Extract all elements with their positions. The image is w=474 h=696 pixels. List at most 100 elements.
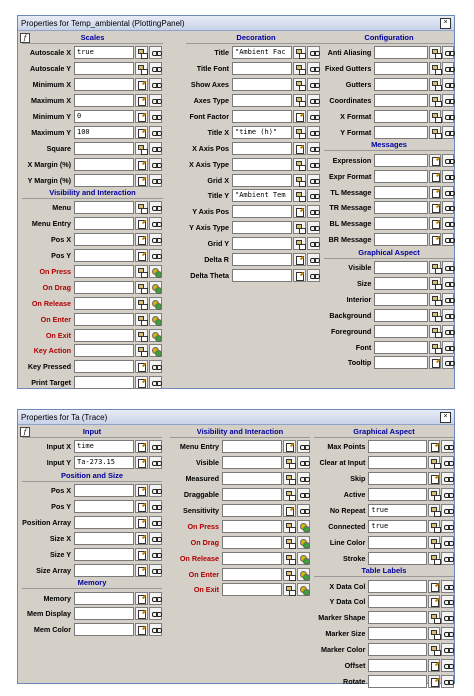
property-value-field[interactable] [74, 62, 134, 76]
property-value-field[interactable] [74, 547, 134, 561]
property-value-field[interactable] [374, 356, 429, 370]
link-variable-icon[interactable] [297, 504, 310, 517]
edit-icon[interactable] [429, 201, 442, 215]
link-variable-icon[interactable] [307, 125, 320, 139]
options-tree-icon[interactable] [427, 456, 441, 470]
property-value-field[interactable] [232, 157, 292, 171]
close-icon[interactable]: × [440, 411, 451, 423]
property-value-field[interactable] [232, 253, 292, 267]
property-value-field[interactable] [368, 611, 427, 625]
link-variable-icon[interactable] [307, 78, 320, 92]
action-editor-icon[interactable] [297, 519, 310, 533]
property-value-field[interactable]: 100 [74, 125, 134, 139]
action-editor-icon[interactable] [297, 535, 310, 549]
options-tree-icon[interactable] [283, 488, 296, 502]
link-variable-icon[interactable] [441, 643, 455, 657]
action-editor-icon[interactable] [149, 344, 162, 358]
property-value-field[interactable] [374, 46, 429, 60]
property-value-field[interactable] [74, 78, 134, 92]
edit-icon[interactable] [135, 440, 148, 454]
property-value-field[interactable] [374, 169, 429, 183]
link-variable-icon[interactable] [442, 125, 455, 139]
action-editor-icon[interactable] [297, 567, 310, 581]
link-variable-icon[interactable] [442, 169, 455, 183]
property-value-field[interactable] [74, 360, 134, 374]
link-variable-icon[interactable] [149, 360, 162, 374]
options-tree-icon[interactable] [427, 611, 441, 625]
property-value-field[interactable] [232, 173, 292, 187]
link-variable-icon[interactable] [442, 94, 455, 108]
property-value-field[interactable] [368, 535, 427, 549]
edit-icon[interactable] [427, 674, 441, 688]
property-value-field[interactable]: true [368, 504, 427, 517]
options-tree-icon[interactable] [429, 125, 443, 139]
link-variable-icon[interactable] [149, 233, 162, 247]
property-value-field[interactable] [74, 217, 134, 231]
property-value-field[interactable]: Ta-273.15 [74, 456, 134, 470]
property-value-field[interactable] [222, 535, 282, 549]
property-value-field[interactable] [374, 110, 429, 123]
options-tree-icon[interactable] [427, 504, 441, 517]
options-tree-icon[interactable] [283, 472, 296, 486]
property-value-field[interactable] [368, 472, 427, 486]
link-variable-icon[interactable] [442, 217, 455, 231]
edit-icon[interactable] [427, 595, 441, 609]
link-variable-icon[interactable] [307, 237, 320, 251]
options-tree-icon[interactable] [427, 627, 441, 641]
action-editor-icon[interactable] [149, 280, 162, 294]
options-tree-icon[interactable] [293, 237, 306, 251]
property-value-field[interactable] [374, 233, 429, 247]
options-tree-icon[interactable] [429, 292, 443, 306]
options-tree-icon[interactable] [427, 519, 441, 533]
options-tree-icon[interactable] [135, 296, 148, 310]
action-editor-icon[interactable] [149, 328, 162, 342]
edit-icon[interactable] [135, 607, 148, 621]
property-value-field[interactable]: "Ambient Fac [232, 46, 292, 60]
link-variable-icon[interactable] [297, 440, 310, 454]
options-tree-icon[interactable] [427, 535, 441, 549]
edit-icon[interactable] [135, 376, 148, 390]
edit-icon[interactable] [283, 440, 296, 454]
property-value-field[interactable] [222, 488, 282, 502]
close-icon[interactable]: × [440, 17, 451, 29]
link-variable-icon[interactable] [307, 221, 320, 235]
property-value-field[interactable] [232, 78, 292, 92]
property-value-field[interactable] [74, 376, 134, 390]
link-variable-icon[interactable] [307, 157, 320, 171]
edit-icon[interactable] [135, 456, 148, 470]
edit-icon[interactable] [135, 233, 148, 247]
edit-icon[interactable] [135, 484, 148, 498]
property-value-field[interactable] [74, 157, 134, 171]
edit-icon[interactable] [135, 563, 148, 577]
edit-icon[interactable] [135, 249, 148, 263]
link-variable-icon[interactable] [149, 201, 162, 215]
options-tree-icon[interactable] [283, 583, 296, 597]
options-tree-icon[interactable] [293, 46, 306, 60]
property-value-field[interactable] [222, 583, 282, 597]
property-value-field[interactable] [232, 205, 292, 219]
link-variable-icon[interactable] [441, 595, 455, 609]
link-variable-icon[interactable] [149, 157, 162, 171]
link-variable-icon[interactable] [441, 488, 455, 502]
link-variable-icon[interactable] [442, 201, 455, 215]
link-variable-icon[interactable] [149, 173, 162, 187]
property-value-field[interactable] [368, 579, 427, 593]
property-value-field[interactable] [374, 94, 429, 108]
link-variable-icon[interactable] [149, 94, 162, 108]
options-tree-icon[interactable] [427, 488, 441, 502]
edit-icon[interactable] [293, 268, 306, 282]
property-value-field[interactable]: time [74, 440, 134, 454]
options-tree-icon[interactable] [135, 328, 148, 342]
property-value-field[interactable] [74, 173, 134, 187]
options-tree-icon[interactable] [135, 280, 148, 294]
property-value-field[interactable] [368, 595, 427, 609]
link-variable-icon[interactable] [149, 125, 162, 139]
options-tree-icon[interactable] [429, 46, 443, 60]
link-variable-icon[interactable] [441, 659, 455, 673]
link-variable-icon[interactable] [307, 253, 320, 267]
options-tree-icon[interactable] [427, 643, 441, 657]
property-value-field[interactable] [74, 280, 134, 294]
link-variable-icon[interactable] [442, 308, 455, 322]
options-tree-icon[interactable] [429, 308, 443, 322]
options-tree-icon[interactable] [429, 277, 443, 291]
